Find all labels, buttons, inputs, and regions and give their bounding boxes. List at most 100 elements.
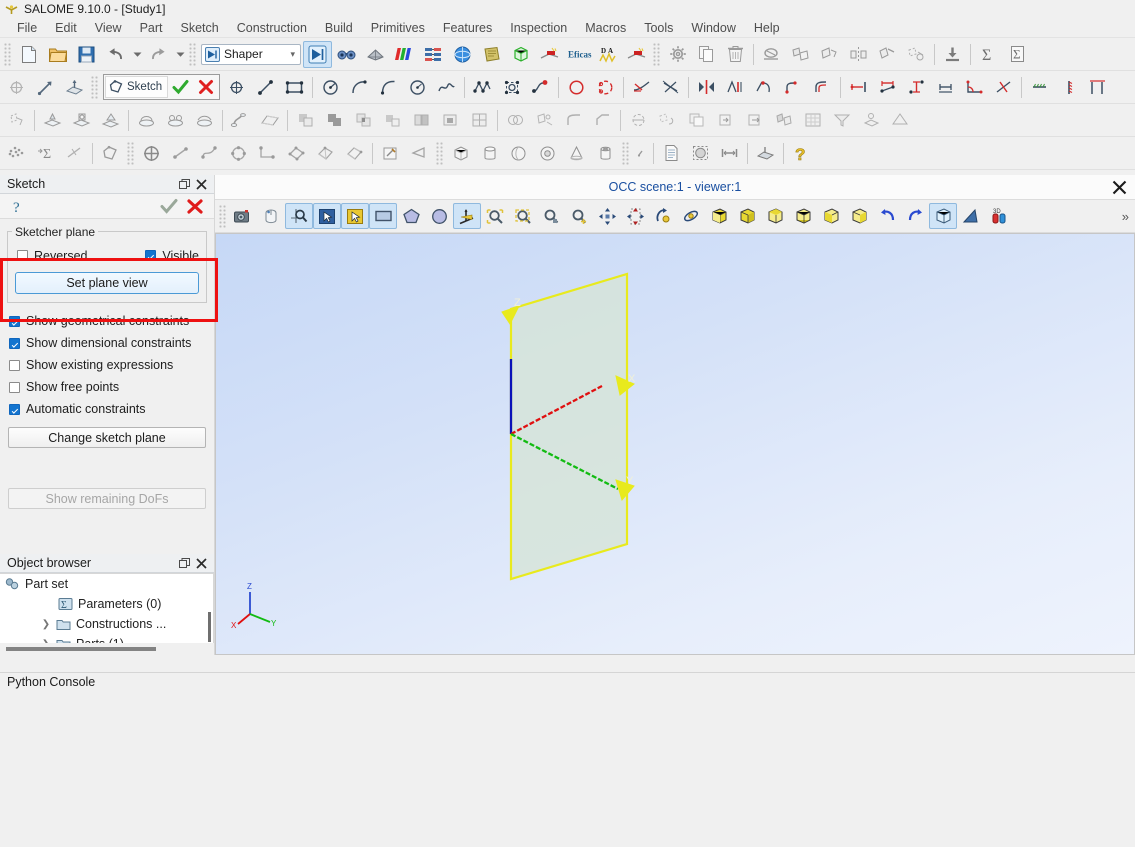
toolbar-overflow-button[interactable]: »: [1118, 209, 1131, 224]
menu-features[interactable]: Features: [434, 19, 501, 37]
feature-pipe-button[interactable]: [226, 107, 255, 134]
module-selector-combo[interactable]: Shaper ▾: [201, 43, 301, 65]
toolbar-grip[interactable]: [436, 141, 444, 165]
sketch-apply-button[interactable]: [156, 195, 182, 217]
constraint-horizontal-button[interactable]: [1025, 74, 1054, 101]
toolbar-grip[interactable]: [653, 42, 661, 66]
preferences-button[interactable]: [663, 41, 692, 68]
menu-view[interactable]: View: [86, 19, 131, 37]
primitive-cylinder-button[interactable]: [475, 140, 504, 167]
menu-edit[interactable]: Edit: [46, 19, 86, 37]
constraint-perpendicular-button[interactable]: [989, 74, 1018, 101]
top-view-button[interactable]: [761, 203, 789, 229]
undo-button[interactable]: [101, 41, 130, 68]
module-hexablock[interactable]: [506, 41, 535, 68]
blue-question-icon[interactable]: ?: [6, 195, 32, 217]
tree-horizontal-scrollbar[interactable]: [0, 643, 214, 655]
recover-button[interactable]: [902, 41, 931, 68]
construction-circle-button[interactable]: [224, 140, 253, 167]
circle-selection-button[interactable]: [425, 203, 453, 229]
sketch-circle-button[interactable]: [316, 74, 345, 101]
show-dimensional-constraints-checkbox[interactable]: [9, 337, 20, 349]
rectangle-selection-button[interactable]: [369, 203, 397, 229]
construction-shell-button[interactable]: [311, 140, 340, 167]
primitive-cone-button[interactable]: [562, 140, 591, 167]
feature-export-shape-button[interactable]: [740, 107, 769, 134]
fit-selection-button[interactable]: [285, 203, 313, 229]
feature-group-shape-button[interactable]: [769, 107, 798, 134]
inspection-info-button[interactable]: [657, 140, 686, 167]
menu-file[interactable]: File: [8, 19, 46, 37]
sketch-offset-button[interactable]: [562, 74, 591, 101]
sketch-trim-button[interactable]: [627, 74, 656, 101]
construction-angle-button[interactable]: [253, 140, 282, 167]
show-trihedron-button[interactable]: [453, 203, 481, 229]
sketch-accept-button[interactable]: [168, 76, 193, 98]
primitive-torus-button[interactable]: [533, 140, 562, 167]
feature-filters-button[interactable]: [827, 107, 856, 134]
mirror-button[interactable]: [844, 41, 873, 68]
constraint-offset-button[interactable]: [808, 74, 837, 101]
primitive-sph ere-button[interactable]: [504, 140, 533, 167]
rotation-point-button[interactable]: [677, 203, 705, 229]
sketch-rectangle-button[interactable]: [280, 74, 309, 101]
feature-extrusion-button[interactable]: [38, 107, 67, 134]
fillet-prim-button[interactable]: [60, 140, 89, 167]
sketch-ellipse-button[interactable]: [374, 74, 403, 101]
sketch-entry-button[interactable]: [96, 140, 125, 167]
menu-help[interactable]: Help: [745, 19, 789, 37]
parameters-sum-button[interactable]: Σ: [974, 41, 1003, 68]
axis-button[interactable]: [31, 74, 60, 101]
feature-import-button[interactable]: [711, 107, 740, 134]
constraint-fillet-button[interactable]: [779, 74, 808, 101]
feature-partition-button[interactable]: [465, 107, 494, 134]
close-viewer-button[interactable]: [1109, 177, 1129, 197]
sketch-elliptic-arc-button[interactable]: [403, 74, 432, 101]
sketch-split-button[interactable]: [591, 74, 620, 101]
feature-loft-button[interactable]: [255, 107, 284, 134]
feature-boolean-fuse-button[interactable]: [320, 107, 349, 134]
module-shaper[interactable]: [303, 40, 332, 68]
module-eficas-1[interactable]: [535, 41, 564, 68]
chevron-right-icon[interactable]: ❯: [38, 639, 54, 644]
constraint-length-button[interactable]: [873, 74, 902, 101]
feature-remove-subshapes-button[interactable]: [530, 107, 559, 134]
feature-boolean-smash-button[interactable]: [378, 107, 407, 134]
module-yacs[interactable]: [419, 41, 448, 68]
menu-inspection[interactable]: Inspection: [501, 19, 576, 37]
feature-group-button[interactable]: [2, 107, 31, 134]
tree-item-parts[interactable]: ❯ Parts (1): [0, 634, 213, 643]
construction-edit-button[interactable]: [376, 140, 405, 167]
module-eficas-3[interactable]: [622, 41, 651, 68]
close-panel-button[interactable]: [193, 555, 210, 572]
visible-checkbox[interactable]: [145, 250, 157, 261]
zoom-in-button[interactable]: [565, 203, 593, 229]
primitive-tube-button[interactable]: [591, 140, 620, 167]
plane-button[interactable]: [60, 74, 89, 101]
inspection-bounding-button[interactable]: [686, 140, 715, 167]
zoom-button[interactable]: [537, 203, 565, 229]
extrusion-button[interactable]: [873, 41, 902, 68]
constraint-vertical-button[interactable]: [1054, 74, 1083, 101]
feature-limit-tolerance-button[interactable]: [885, 107, 914, 134]
copy-button[interactable]: [692, 41, 721, 68]
point-button[interactable]: [2, 74, 31, 101]
chevron-right-icon[interactable]: ❯: [38, 619, 54, 630]
feature-boolean-split-button[interactable]: [407, 107, 436, 134]
feature-revolution-button[interactable]: [132, 107, 161, 134]
inspection-small-button[interactable]: [632, 140, 650, 167]
constraint-distance-button[interactable]: [844, 74, 873, 101]
export-button[interactable]: [938, 41, 967, 68]
parameters-list-button[interactable]: Σ: [1003, 41, 1032, 68]
toolbar-grip[interactable]: [91, 75, 99, 99]
point-cloud-button[interactable]: [2, 140, 31, 167]
toolbar-grip[interactable]: [127, 141, 135, 165]
bottom-view-button[interactable]: [789, 203, 817, 229]
module-mesh[interactable]: [361, 41, 390, 68]
back-view-button[interactable]: [733, 203, 761, 229]
construction-axis-button[interactable]: [166, 140, 195, 167]
toolbar-grip[interactable]: [4, 42, 12, 66]
sketch-line-button[interactable]: [251, 74, 280, 101]
toolbar-grip[interactable]: [189, 42, 197, 66]
feature-defeaturing-button[interactable]: [856, 107, 885, 134]
